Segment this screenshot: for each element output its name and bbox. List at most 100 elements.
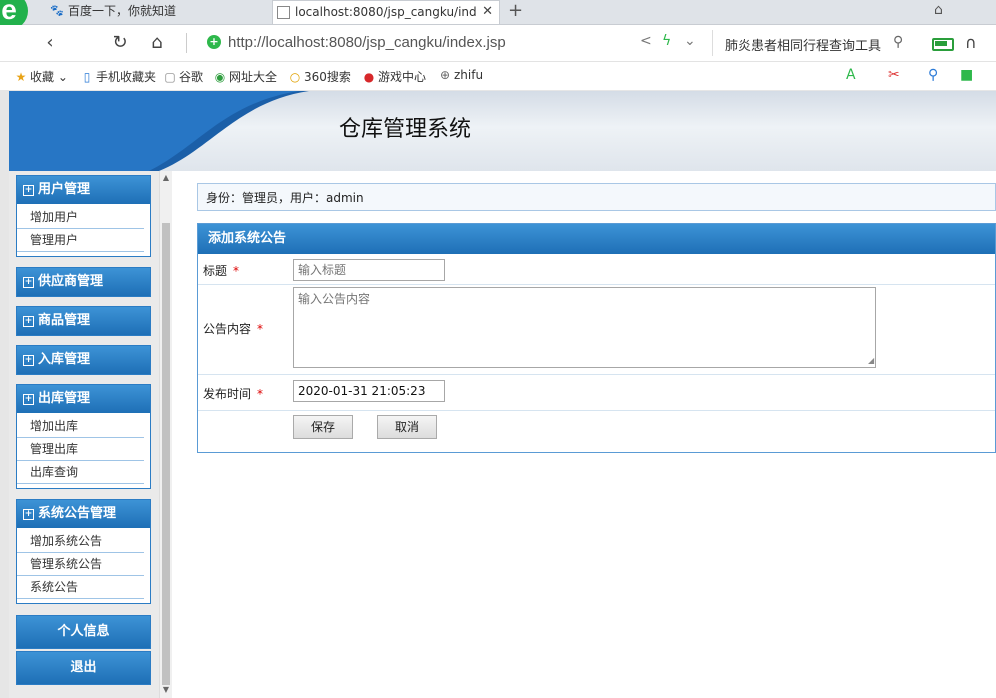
search-icon[interactable]: ⚲ xyxy=(893,34,903,50)
required-mark: * xyxy=(257,322,264,336)
share-icon[interactable]: < xyxy=(640,33,652,49)
save-button[interactable]: 保存 xyxy=(293,415,353,439)
back-icon[interactable]: ‹ xyxy=(38,31,62,55)
address-bar[interactable]: http://localhost:8080/jsp_cangku/index.j… xyxy=(228,34,506,51)
sidebar-item-notices[interactable]: 系统公告 xyxy=(17,576,144,599)
game-icon: ● xyxy=(363,70,375,84)
globe-icon: ◉ xyxy=(214,70,226,84)
publish-time-input[interactable] xyxy=(293,380,445,402)
circle-icon: ○ xyxy=(289,70,301,84)
sidebar-item-add-user[interactable]: 增加用户 xyxy=(17,206,144,229)
plus-icon: + xyxy=(23,509,34,520)
close-icon[interactable]: ✕ xyxy=(482,1,493,23)
menu-head-users[interactable]: + 用户管理 xyxy=(17,176,150,204)
bookmark-hao[interactable]: ◉ 网址大全 xyxy=(213,68,277,85)
sidebar: + 用户管理 增加用户 管理用户 + 供应商管理 + 商品管理 + 入库管理 + 出库管理… xyxy=(9,171,159,698)
web-page: 仓库管理系统 + 用户管理 增加用户 管理用户 + 供应商管理 + 商品管理 + 入库管… xyxy=(0,91,996,698)
scissors-icon[interactable]: ✂ xyxy=(888,67,900,83)
bookmark-mobile[interactable]: ▯ 手机收藏夹 xyxy=(80,68,156,85)
resize-handle-icon[interactable]: ◢ xyxy=(868,356,874,372)
sidebar-item-add-notice[interactable]: 增加系统公告 xyxy=(17,530,144,553)
publish-time-label: 发布时间 * xyxy=(203,387,264,401)
title-label: 标题 * xyxy=(203,264,240,278)
bookmark-google[interactable]: ▢ 谷歌 xyxy=(163,68,203,85)
secure-icon: + xyxy=(207,35,221,49)
search-input[interactable]: 肺炎患者相同行程查询工具 xyxy=(725,35,881,54)
plus-icon: + xyxy=(23,355,34,366)
magnifier-icon[interactable]: ⚲ xyxy=(928,67,938,83)
form-row-content: 公告内容* ◢ xyxy=(198,284,995,375)
profile-button[interactable]: 个人信息 xyxy=(16,615,151,649)
browser-toolbar: ‹ ↻ ⌂ + http://localhost:8080/jsp_cangku… xyxy=(0,25,996,62)
page-title: 仓库管理系统 xyxy=(339,117,472,142)
plus-icon: + xyxy=(23,316,34,327)
plus-icon: + xyxy=(23,277,34,288)
sidebar-item-manage-users[interactable]: 管理用户 xyxy=(17,229,144,252)
sidebar-item-manage-outbound[interactable]: 管理出库 xyxy=(17,438,144,461)
battery-icon xyxy=(932,38,954,51)
globe-icon: ⊕ xyxy=(439,68,451,82)
chevron-down-icon[interactable]: ⌄ xyxy=(684,33,696,49)
menu-head-outbound[interactable]: + 出库管理 xyxy=(17,385,150,413)
star-icon: ★ xyxy=(15,70,27,84)
cancel-button[interactable]: 取消 xyxy=(377,415,437,439)
form-row-publish-time: 发布时间 * xyxy=(198,374,995,411)
plus-icon: + xyxy=(23,185,34,196)
page-icon xyxy=(277,6,290,19)
title-input[interactable] xyxy=(293,259,445,281)
reload-icon[interactable]: ↻ xyxy=(108,31,132,55)
headset-icon[interactable]: ∩ xyxy=(965,33,977,52)
menu-head-inbound[interactable]: + 入库管理 xyxy=(17,346,150,374)
tab-title: 百度一下，你就知道 xyxy=(68,4,177,18)
menu-group-goods: + 商品管理 xyxy=(16,306,151,336)
menu-head-suppliers[interactable]: + 供应商管理 xyxy=(17,268,150,296)
bookmarks-bar: ★ 收藏 ⌄ ▯ 手机收藏夹 ▢ 谷歌 ◉ 网址大全 ○ 360搜索 ● 游戏中心 ⊕ zhi… xyxy=(0,62,996,91)
form-title: 添加系统公告 xyxy=(198,224,995,254)
tab-baidu[interactable]: 🐾 百度一下，你就知道 xyxy=(46,0,266,24)
form-row-title: 标题 * xyxy=(198,254,995,285)
menu-head-notices[interactable]: + 系统公告管理 xyxy=(17,500,150,528)
bookmark-favorites[interactable]: ★ 收藏 ⌄ xyxy=(14,68,68,85)
sidebar-item-query-outbound[interactable]: 出库查询 xyxy=(17,461,144,484)
sidebar-item-add-outbound[interactable]: 增加出库 xyxy=(17,415,144,438)
add-notice-form: 添加系统公告 标题* 公告内容* ◢ 发布时间* 保存 取消 xyxy=(197,223,996,453)
scroll-up-icon[interactable]: ▲ xyxy=(160,173,172,182)
menu-group-suppliers: + 供应商管理 xyxy=(16,267,151,297)
banner-swoosh xyxy=(9,91,309,171)
sidebar-scrollbar[interactable]: ▲ ▼ xyxy=(159,171,172,698)
required-mark: * xyxy=(233,264,240,278)
translate-icon[interactable]: A xyxy=(846,67,856,83)
required-mark: * xyxy=(257,387,264,401)
content-label: 公告内容 * xyxy=(203,322,264,336)
address-separator xyxy=(186,33,187,53)
new-tab-button[interactable]: + xyxy=(508,0,523,22)
chat-icon[interactable]: ■ xyxy=(960,67,973,83)
scroll-thumb[interactable] xyxy=(162,223,170,685)
bookmark-games[interactable]: ● 游戏中心 xyxy=(362,68,426,85)
menu-head-goods[interactable]: + 商品管理 xyxy=(17,307,150,335)
page-edge xyxy=(0,91,9,698)
bookmark-zhifu[interactable]: ⊕ zhifu xyxy=(438,68,483,82)
header-banner: 仓库管理系统 xyxy=(9,91,996,171)
tab-title: localhost:8080/jsp_cangku/ind xyxy=(295,5,477,19)
content-textarea[interactable] xyxy=(293,287,876,368)
menu-group-users: + 用户管理 增加用户 管理用户 xyxy=(16,175,151,257)
page-icon: ▢ xyxy=(164,70,176,84)
tab-localhost[interactable]: localhost:8080/jsp_cangku/ind ✕ xyxy=(272,0,500,24)
search-box[interactable]: 肺炎患者相同行程查询工具 ⚲ xyxy=(712,30,913,56)
window-menu-icon[interactable]: ⌂ xyxy=(934,0,943,20)
bookmark-360[interactable]: ○ 360搜索 xyxy=(288,68,351,85)
phone-icon: ▯ xyxy=(83,70,91,84)
browser-tab-bar: e 🐾 百度一下，你就知道 localhost:8080/jsp_cangku/… xyxy=(0,0,996,30)
paw-icon: 🐾 xyxy=(50,4,64,17)
menu-group-inbound: + 入库管理 xyxy=(16,345,151,375)
plus-icon: + xyxy=(23,394,34,405)
menu-group-notices: + 系统公告管理 增加系统公告 管理系统公告 系统公告 xyxy=(16,499,151,604)
sidebar-item-manage-notices[interactable]: 管理系统公告 xyxy=(17,553,144,576)
menu-group-outbound: + 出库管理 增加出库 管理出库 出库查询 xyxy=(16,384,151,489)
identity-bar: 身份：管理员，用户：admin xyxy=(197,183,996,211)
lightning-icon[interactable]: ϟ xyxy=(662,33,671,49)
scroll-down-icon[interactable]: ▼ xyxy=(160,685,172,694)
logout-button[interactable]: 退出 xyxy=(16,651,151,685)
home-icon[interactable]: ⌂ xyxy=(145,31,169,55)
